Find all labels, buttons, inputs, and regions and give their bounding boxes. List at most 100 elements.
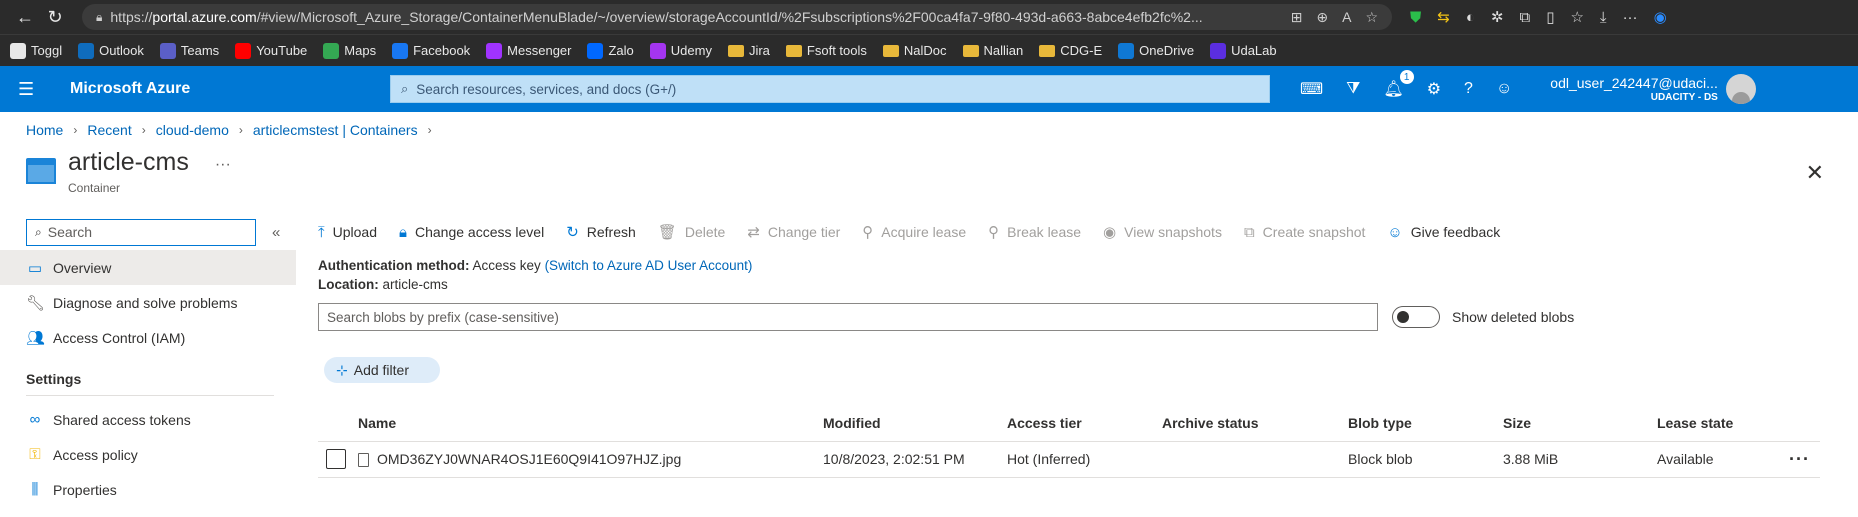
bookmark-item[interactable]: Udemy	[649, 42, 712, 59]
give-feedback-label: Give feedback	[1410, 224, 1501, 240]
extension-icon[interactable]: ⇆	[1437, 8, 1450, 26]
breadcrumb-cloud-demo[interactable]: cloud-demo	[156, 122, 229, 138]
break-lease-button[interactable]: ⚲ Break lease	[988, 223, 1081, 241]
properties-icon: ⫼	[31, 481, 39, 498]
global-search-input[interactable]: ⌕ Search resources, services, and docs (…	[390, 75, 1270, 103]
sidebar-item-properties[interactable]: ⫼ Properties	[0, 472, 296, 507]
sidebar-item-shared-access-tokens[interactable]: ∞ Shared access tokens	[0, 402, 296, 437]
user-account[interactable]: odl_user_242447@udaci... UDACITY - DS	[1550, 75, 1718, 103]
create-snapshot-button[interactable]: ⧉ Create snapshot	[1244, 224, 1365, 241]
menu-search-input[interactable]: ⌕ Search	[26, 218, 256, 246]
change-access-level-button[interactable]: 🔒︎ Change access level	[399, 224, 544, 241]
column-header-name[interactable]: Name	[358, 405, 823, 442]
people-icon: 👥︎	[26, 329, 46, 347]
show-deleted-blobs-label: Show deleted blobs	[1452, 309, 1575, 325]
favorites-icon[interactable]: ☆	[1570, 8, 1583, 26]
sidebar-item-label: Access Control (IAM)	[53, 329, 186, 346]
view-snapshots-button[interactable]: ◉ View snapshots	[1103, 223, 1222, 241]
shield-extension-icon[interactable]: ⛊	[1410, 9, 1421, 26]
more-menu-icon[interactable]: ···	[1623, 9, 1638, 26]
url-path: /#view/Microsoft_Azure_Storage/Container…	[256, 9, 1203, 25]
blob-name-link[interactable]: OMD36ZYJ0WNAR4OSJ1E60Q9I41O97HJZ.jpg	[377, 451, 681, 467]
close-icon[interactable]: ✕	[1806, 160, 1824, 186]
bookmark-item[interactable]: Facebook	[392, 42, 470, 59]
avatar[interactable]	[1725, 74, 1756, 104]
favorite-star-icon[interactable]: ☆	[1365, 9, 1378, 26]
upload-button[interactable]: ⤒ Upload	[318, 224, 377, 241]
bookmark-item[interactable]: YouTube	[235, 42, 307, 59]
settings-extension-icon[interactable]: ✲	[1491, 8, 1504, 26]
bookmarks-bar: Toggl Outlook Teams YouTube Maps Facebook Mess…	[0, 34, 1858, 66]
column-header-lease-state[interactable]: Lease state	[1657, 405, 1780, 442]
split-screen-icon[interactable]: ▯	[1546, 8, 1554, 26]
delete-button[interactable]: 🗑︎ Delete	[658, 223, 726, 241]
bookmark-item[interactable]: Toggl	[10, 42, 62, 59]
show-deleted-blobs-toggle[interactable]	[1392, 306, 1440, 328]
column-header-archive-status[interactable]: Archive status	[1162, 405, 1348, 442]
column-header-blob-type[interactable]: Blob type	[1348, 405, 1503, 442]
give-feedback-button[interactable]: ☺ Give feedback	[1387, 224, 1500, 241]
switch-auth-link[interactable]: (Switch to Azure AD User Account)	[545, 258, 753, 273]
bookmark-item[interactable]: Fsoft tools	[785, 43, 867, 58]
downloads-icon[interactable]: ⤓	[1600, 9, 1607, 26]
notifications-icon[interactable]: 🔔︎ 1	[1383, 70, 1414, 99]
cloud-shell-icon[interactable]: ⌨	[1300, 79, 1323, 99]
back-arrow-icon[interactable]: ←	[10, 4, 40, 30]
extensions-puzzle-icon[interactable]: ⧉	[1519, 9, 1530, 26]
bookmark-item[interactable]: Zalo	[587, 42, 634, 59]
trash-icon: 🗑︎	[657, 224, 677, 241]
bookmark-item[interactable]: Jira	[727, 43, 770, 58]
bookmark-item[interactable]: OneDrive	[1118, 42, 1194, 59]
lock-icon: 🔒︎	[399, 223, 407, 241]
bookmark-item[interactable]: NalDoc	[882, 43, 947, 58]
change-tier-button[interactable]: ⇄ Change tier	[747, 223, 840, 241]
breadcrumb-recent[interactable]: Recent	[87, 122, 131, 138]
column-header-access-tier[interactable]: Access tier	[1007, 405, 1162, 442]
acquire-lease-button[interactable]: ⚲ Acquire lease	[862, 223, 966, 241]
bookmark-label: Jira	[748, 43, 770, 58]
bookmark-item[interactable]: Teams	[159, 42, 219, 59]
bookmark-item[interactable]: Messenger	[486, 42, 572, 59]
bookmark-item[interactable]: CDG-E	[1039, 43, 1102, 58]
breadcrumb-home[interactable]: Home	[26, 122, 63, 138]
feedback-icon[interactable]: ☺	[1496, 80, 1512, 98]
azure-brand[interactable]: Microsoft Azure	[70, 80, 390, 98]
blob-prefix-search-input[interactable]: Search blobs by prefix (case-sensitive)	[318, 303, 1378, 331]
read-aloud-icon[interactable]: A	[1342, 9, 1351, 26]
column-header-modified[interactable]: Modified	[823, 405, 1007, 442]
bookmark-label: Zalo	[608, 43, 634, 58]
breadcrumb-containers[interactable]: articlecmstest | Containers	[253, 122, 418, 138]
help-icon[interactable]: ?	[1464, 80, 1473, 98]
add-filter-button[interactable]: ⊹ Add filter	[324, 357, 440, 383]
row-checkbox[interactable]	[326, 449, 346, 469]
azure-header: ☰ Microsoft Azure ⌕ Search resources, se…	[0, 66, 1858, 112]
copilot-icon[interactable]: ◉	[1654, 8, 1667, 26]
reload-icon[interactable]: ↻	[40, 4, 70, 30]
bookmark-label: Messenger	[507, 43, 572, 58]
app-available-icon[interactable]: ⊞	[1291, 9, 1303, 26]
url-host: portal.azure.com	[152, 9, 257, 25]
translate-extension-icon[interactable]: ◐	[1466, 9, 1475, 26]
hamburger-menu-icon[interactable]: ☰	[18, 79, 40, 100]
row-more-options-icon[interactable]: ···	[1780, 441, 1820, 478]
sidebar-item-diagnose[interactable]: 🔧︎ Diagnose and solve problems	[0, 285, 296, 320]
table-row[interactable]: OMD36ZYJ0WNAR4OSJ1E60Q9I41O97HJZ.jpg 10/…	[318, 441, 1820, 478]
settings-gear-icon[interactable]: ⚙	[1427, 79, 1441, 99]
directory-filter-icon[interactable]: ⧩	[1346, 80, 1360, 98]
user-name: odl_user_242447@udaci...	[1550, 75, 1718, 91]
container-info: Authentication method: Access key (Switc…	[318, 256, 1824, 294]
sidebar-item-iam[interactable]: 👥︎ Access Control (IAM)	[0, 320, 296, 355]
column-header-size[interactable]: Size	[1503, 405, 1657, 442]
zoom-icon[interactable]: ⊕	[1316, 9, 1328, 26]
bookmark-item[interactable]: Nallian	[962, 43, 1023, 58]
more-options-button[interactable]: ···	[215, 156, 231, 174]
sidebar-item-label: Shared access tokens	[53, 411, 191, 428]
bookmark-item[interactable]: UdaLab	[1210, 42, 1277, 59]
bookmark-item[interactable]: Outlook	[78, 42, 144, 59]
bookmark-item[interactable]: Maps	[323, 42, 376, 59]
collapse-menu-icon[interactable]: «	[272, 224, 280, 241]
sidebar-item-access-policy[interactable]: ⚿ Access policy	[0, 437, 296, 472]
address-bar[interactable]: 🔒︎ https://portal.azure.com/#view/Micros…	[82, 4, 1392, 30]
sidebar-item-overview[interactable]: ▭ Overview	[0, 250, 296, 285]
refresh-button[interactable]: ↻ Refresh	[566, 223, 636, 241]
